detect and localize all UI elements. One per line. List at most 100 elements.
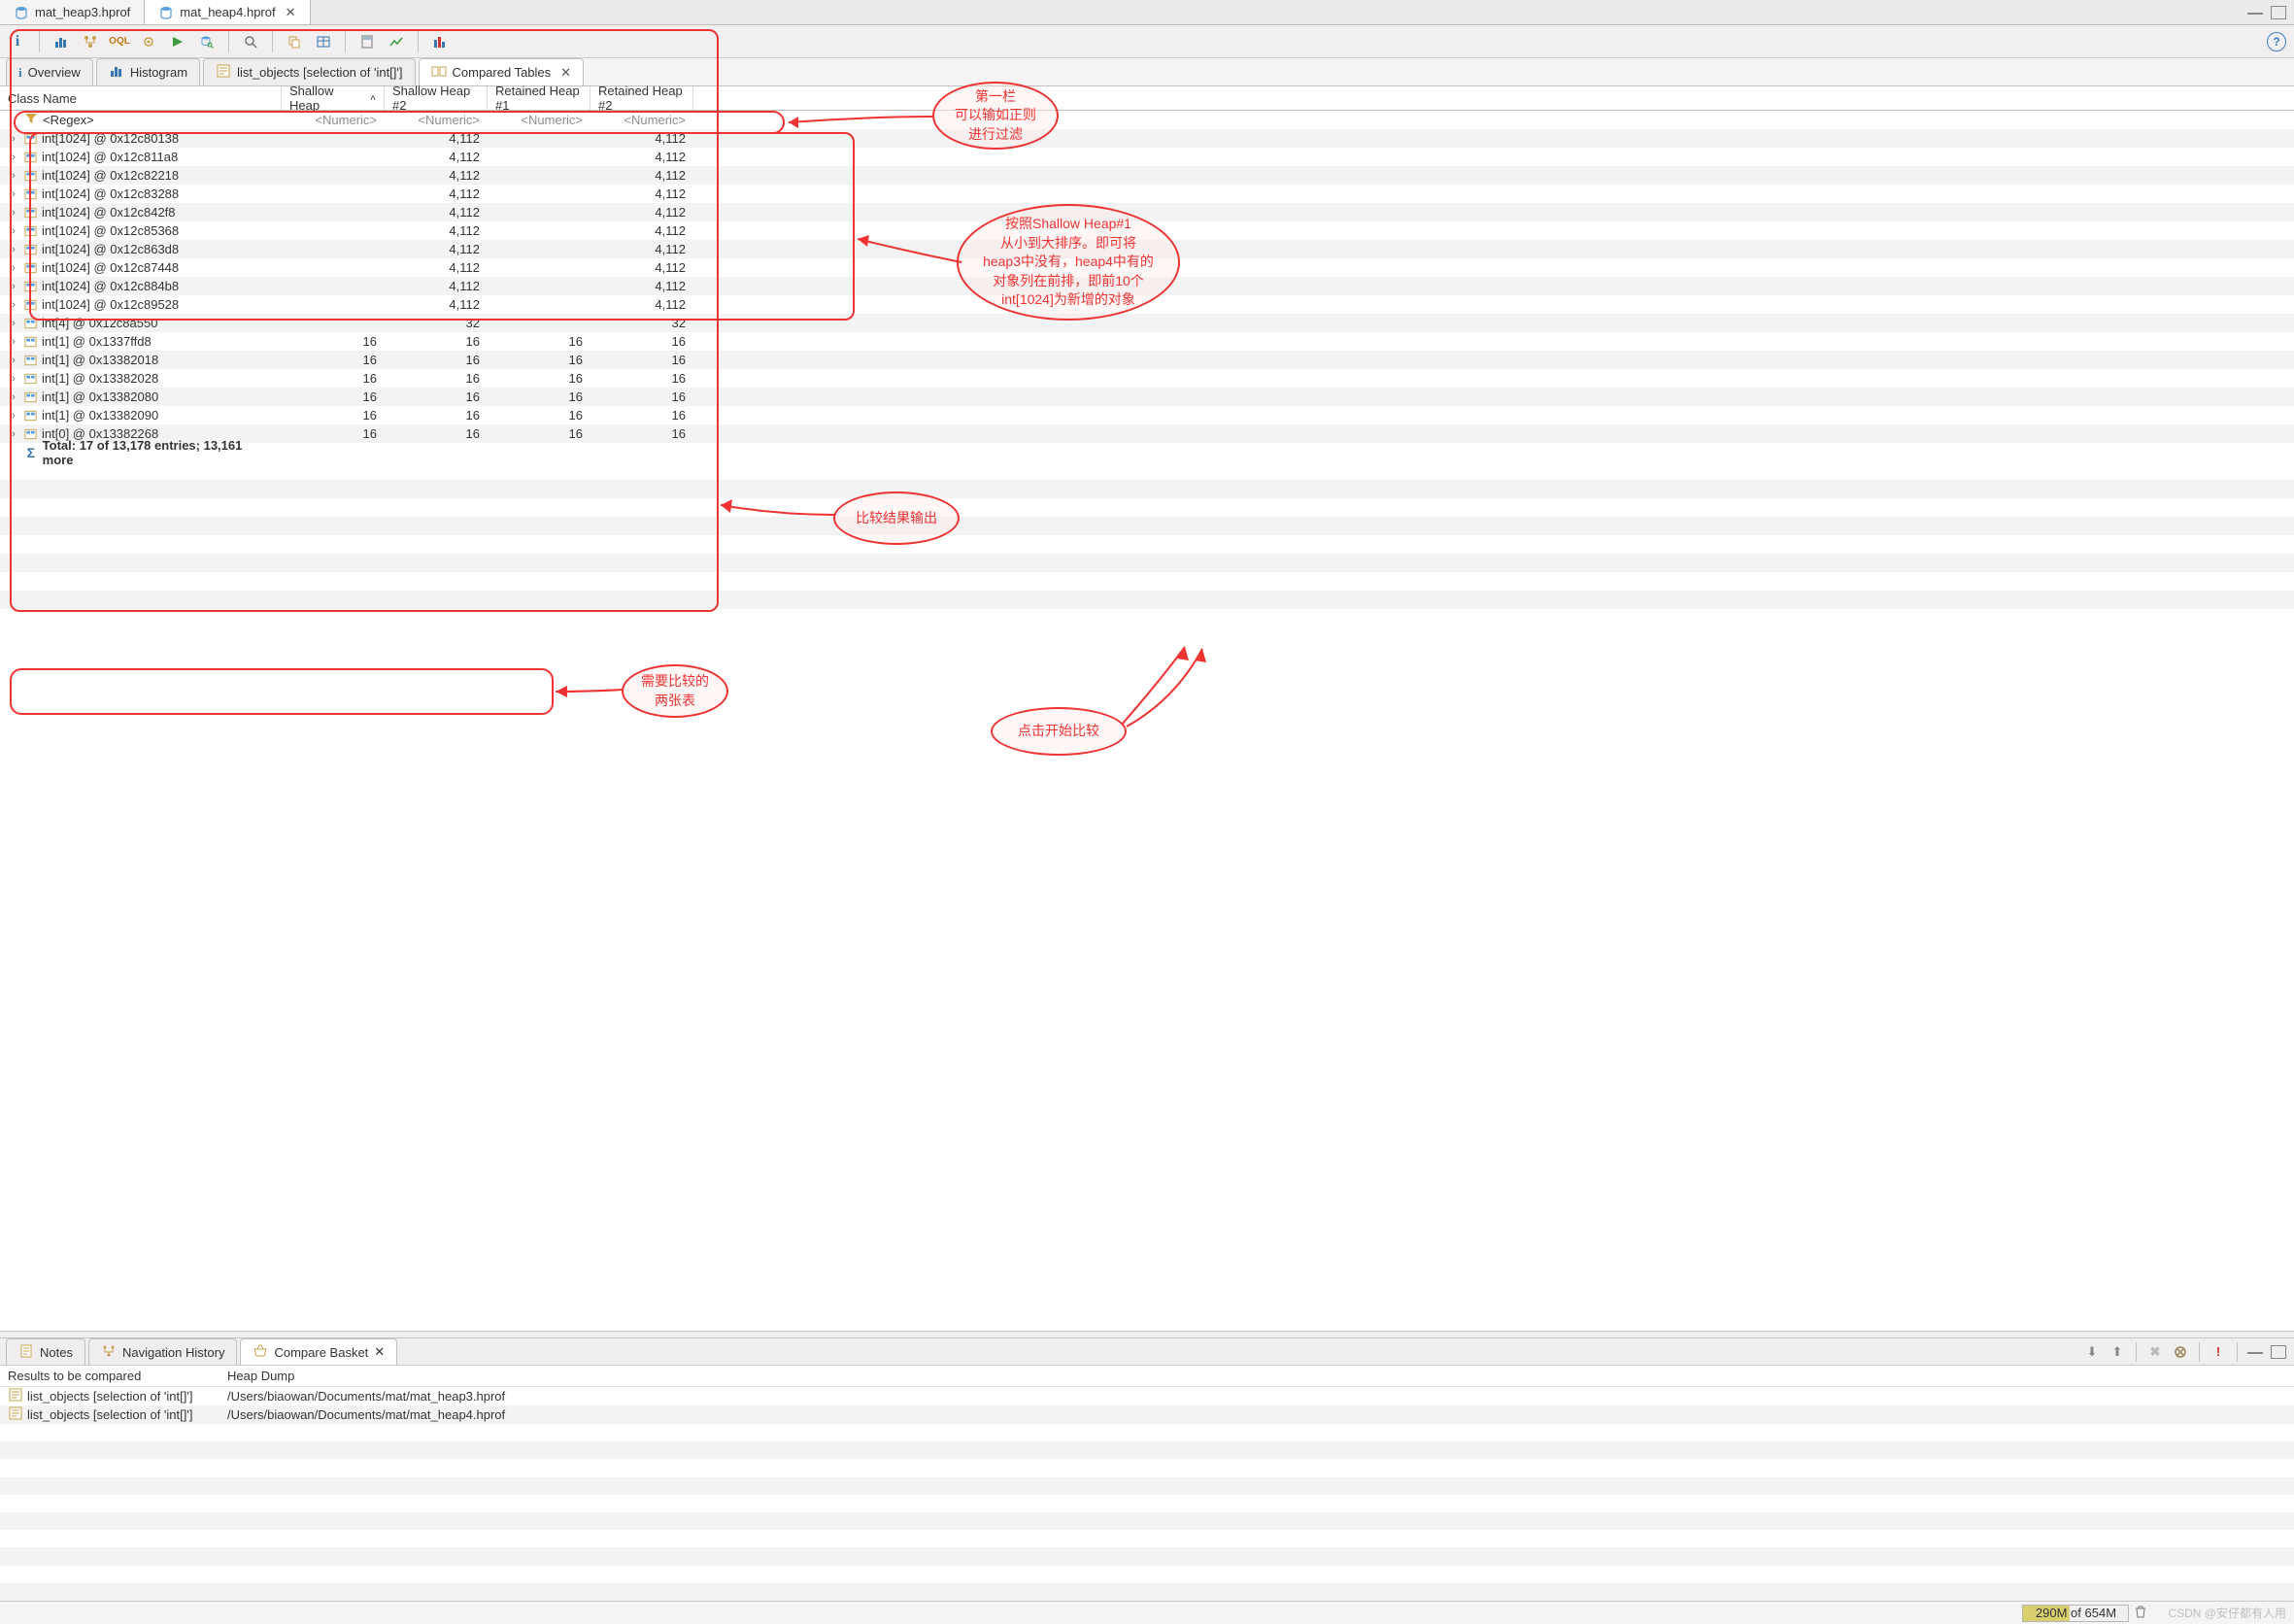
minimize-button[interactable] (2247, 11, 2263, 15)
numeric-filter-input[interactable]: <Numeric> (590, 113, 693, 127)
search-icon[interactable] (241, 32, 260, 51)
cell-retained-heap-2: 4,112 (590, 186, 693, 201)
tab-navigation-history[interactable]: Navigation History (88, 1338, 238, 1365)
info-icon[interactable]: i (8, 32, 27, 51)
table-row[interactable]: ›int[1024] @ 0x12c863d84,1124,112 (0, 240, 2294, 258)
table-row[interactable]: ›int[1] @ 0x1338208016161616 (0, 388, 2294, 406)
column-retained-heap-2[interactable]: Retained Heap #2 (590, 86, 693, 110)
run-query-icon[interactable] (168, 32, 187, 51)
column-shallow-heap-2[interactable]: Shallow Heap #2 (385, 86, 488, 110)
table-row[interactable]: ›int[1] @ 0x1338202816161616 (0, 369, 2294, 388)
tab-label: Overview (28, 65, 81, 80)
gear-icon[interactable] (139, 32, 158, 51)
chart-icon[interactable] (387, 32, 406, 51)
table-row[interactable]: ›int[1024] @ 0x12c895284,1124,112 (0, 295, 2294, 314)
numeric-filter-input[interactable]: <Numeric> (385, 113, 488, 127)
oql-icon[interactable]: OQL (110, 32, 129, 51)
table-row[interactable]: ›int[4] @ 0x12c8a5503232 (0, 314, 2294, 332)
tab-notes[interactable]: Notes (6, 1338, 85, 1365)
expand-icon[interactable]: › (8, 188, 19, 200)
table-row[interactable]: ›int[1024] @ 0x12c874484,1124,112 (0, 258, 2294, 277)
watermark: CSDN @安仔都有人用 (2168, 1605, 2286, 1621)
object-name: int[1024] @ 0x12c82218 (42, 168, 179, 183)
expand-icon[interactable]: › (8, 391, 19, 403)
table-row[interactable]: ›int[1024] @ 0x12c832884,1124,112 (0, 185, 2294, 203)
table-row[interactable]: ›int[1024] @ 0x12c801384,1124,112 (0, 129, 2294, 148)
move-down-icon[interactable]: ⬇ (2083, 1343, 2101, 1361)
bottom-panel: Notes Navigation History Compare Basket … (0, 1338, 2294, 1601)
cell-retained-heap-1: 16 (488, 408, 590, 423)
table-row[interactable]: ›int[1024] @ 0x12c853684,1124,112 (0, 221, 2294, 240)
regex-filter-input[interactable]: <Regex> (43, 113, 94, 127)
column-shallow-heap[interactable]: Shallow Heap˄ (282, 86, 385, 110)
close-icon[interactable]: ✕ (282, 5, 296, 20)
expand-icon[interactable]: › (8, 152, 19, 163)
expand-icon[interactable]: › (8, 336, 19, 348)
compare-col-heapdump[interactable]: Heap Dump (219, 1369, 2294, 1383)
expand-icon[interactable]: › (8, 281, 19, 292)
table-row[interactable]: ›int[1] @ 0x1338209016161616 (0, 406, 2294, 424)
table-row[interactable]: ›int[1024] @ 0x12c822184,1124,112 (0, 166, 2294, 185)
trash-icon[interactable] (2133, 1604, 2148, 1622)
memory-usage[interactable]: 290M of 654M (2022, 1604, 2148, 1622)
object-name: int[1024] @ 0x12c80138 (42, 131, 179, 146)
compare-row[interactable]: list_objects [selection of 'int[]']/User… (0, 1387, 2294, 1405)
table-row[interactable]: ›int[1] @ 0x1338201816161616 (0, 351, 2294, 369)
tab-compared-tables[interactable]: Compared Tables ✕ (419, 58, 585, 85)
compare-bars-icon[interactable] (430, 32, 450, 51)
expand-icon[interactable]: › (8, 244, 19, 255)
table-row[interactable]: ›int[1024] @ 0x12c884b84,1124,112 (0, 277, 2294, 295)
expand-icon[interactable]: › (8, 299, 19, 311)
remove-all-icon[interactable] (2172, 1343, 2189, 1361)
expand-icon[interactable]: › (8, 262, 19, 274)
expand-icon[interactable]: › (8, 133, 19, 145)
tab-label: Navigation History (122, 1345, 225, 1360)
maximize-button[interactable] (2271, 6, 2286, 19)
move-up-icon[interactable]: ⬆ (2108, 1343, 2126, 1361)
expand-icon[interactable]: › (8, 373, 19, 385)
file-tab-heap4[interactable]: mat_heap4.hprof ✕ (145, 0, 310, 24)
table-icon[interactable] (314, 32, 333, 51)
cell-shallow-heap: 16 (282, 371, 385, 386)
copy-icon[interactable] (285, 32, 304, 51)
calculator-icon[interactable] (357, 32, 377, 51)
close-icon[interactable]: ✕ (374, 1344, 385, 1360)
compare-run-icon[interactable]: ! (2210, 1343, 2227, 1361)
tab-histogram[interactable]: Histogram (96, 58, 200, 85)
table-row[interactable]: ›int[1024] @ 0x12c811a84,1124,112 (0, 148, 2294, 166)
table-row[interactable]: ›int[1024] @ 0x12c842f84,1124,112 (0, 203, 2294, 221)
tab-list-objects[interactable]: list_objects [selection of 'int[]'] (203, 58, 415, 85)
table-row[interactable]: ›int[1] @ 0x1337ffd816161616 (0, 332, 2294, 351)
sigma-icon: Σ (23, 445, 39, 460)
compare-row[interactable]: list_objects [selection of 'int[]']/User… (0, 1405, 2294, 1424)
query-icon (8, 1405, 23, 1424)
maximize-panel-button[interactable] (2271, 1345, 2286, 1359)
expand-icon[interactable]: › (8, 355, 19, 366)
minimize-panel-button[interactable] (2247, 1350, 2263, 1354)
expand-icon[interactable]: › (8, 318, 19, 329)
cell-retained-heap-2: 16 (590, 353, 693, 367)
close-icon[interactable]: ✕ (557, 65, 571, 81)
file-tab-heap3[interactable]: mat_heap3.hprof (0, 0, 145, 24)
column-class-name[interactable]: Class Name (0, 86, 282, 110)
expand-icon[interactable]: › (8, 410, 19, 422)
tab-compare-basket[interactable]: Compare Basket ✕ (240, 1338, 397, 1365)
numeric-filter-input[interactable]: <Numeric> (488, 113, 590, 127)
compare-table-header: Results to be compared Heap Dump (0, 1366, 2294, 1387)
histogram-icon[interactable] (51, 32, 71, 51)
cell-retained-heap-2: 4,112 (590, 150, 693, 164)
numeric-filter-input[interactable]: <Numeric> (282, 113, 385, 127)
help-icon[interactable]: ? (2267, 32, 2286, 51)
tree-icon[interactable] (81, 32, 100, 51)
database-search-icon[interactable] (197, 32, 217, 51)
expand-icon[interactable]: › (8, 225, 19, 237)
column-retained-heap-1[interactable]: Retained Heap #1 (488, 86, 590, 110)
object-name: int[1] @ 0x1337ffd8 (42, 334, 152, 349)
expand-icon[interactable]: › (8, 170, 19, 182)
table-row[interactable]: ›int[0] @ 0x1338226816161616 (0, 424, 2294, 443)
tab-overview[interactable]: i Overview (6, 58, 93, 85)
expand-icon[interactable]: › (8, 207, 19, 219)
remove-icon[interactable]: ✖ (2146, 1343, 2164, 1361)
compare-col-results[interactable]: Results to be compared (0, 1369, 219, 1383)
horizontal-splitter[interactable] (0, 1331, 2294, 1338)
